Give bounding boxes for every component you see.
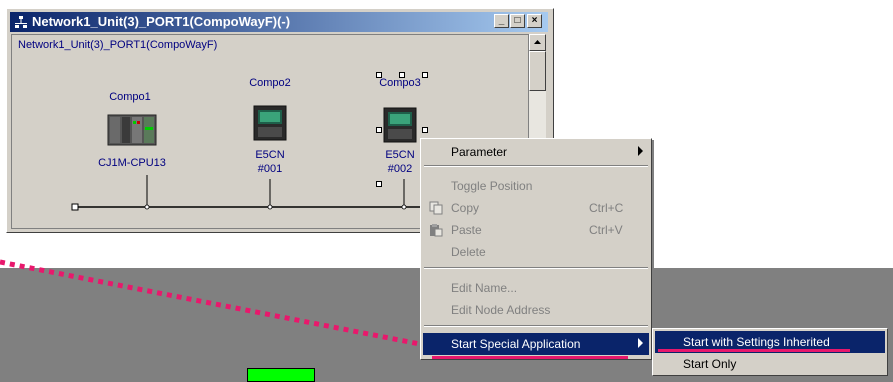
scroll-up-button[interactable] bbox=[529, 34, 546, 51]
context-menu[interactable]: Parameter Toggle Position Copy Ctrl+C Pa… bbox=[420, 138, 652, 360]
submenu-special-application[interactable]: Start with Settings Inherited Start Only bbox=[652, 328, 888, 376]
annotation-underline bbox=[658, 349, 850, 352]
submenu-arrow-icon bbox=[638, 338, 643, 348]
maximize-button[interactable]: □ bbox=[510, 14, 525, 28]
window-title-bar[interactable]: Network1_Unit(3)_PORT1(CompoWayF)(-) _ □… bbox=[10, 12, 548, 32]
menu-item-edit-name[interactable]: Edit Name... bbox=[423, 277, 649, 299]
menu-item-delete[interactable]: Delete bbox=[423, 241, 649, 263]
menu-item-start-special-application[interactable]: Start Special Application bbox=[423, 333, 649, 355]
menu-item-toggle-position[interactable]: Toggle Position bbox=[423, 175, 649, 197]
menu-item-parameter[interactable]: Parameter bbox=[423, 141, 649, 163]
window-title: Network1_Unit(3)_PORT1(CompoWayF)(-) bbox=[32, 14, 291, 29]
menu-item-copy[interactable]: Copy Ctrl+C bbox=[423, 197, 649, 219]
network-icon bbox=[15, 16, 27, 28]
scroll-thumb[interactable] bbox=[529, 51, 546, 91]
menu-item-edit-node-address[interactable]: Edit Node Address bbox=[423, 299, 649, 321]
menu-separator bbox=[424, 325, 648, 327]
submenu-arrow-icon bbox=[638, 146, 643, 156]
paste-icon bbox=[430, 224, 443, 237]
minimize-button[interactable]: _ bbox=[494, 14, 509, 28]
menu-item-paste[interactable]: Paste Ctrl+V bbox=[423, 219, 649, 241]
menu-separator bbox=[424, 267, 648, 269]
close-button[interactable]: × bbox=[527, 14, 542, 28]
menu-separator bbox=[424, 165, 648, 167]
menu-item-start-only[interactable]: Start Only bbox=[655, 353, 885, 375]
annotation-underline bbox=[432, 356, 628, 359]
arrow-up-icon bbox=[534, 40, 541, 44]
copy-icon bbox=[429, 201, 443, 215]
